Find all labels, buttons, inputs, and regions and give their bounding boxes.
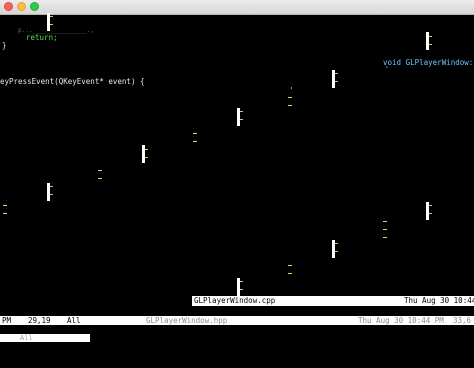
outer-status-bar: PM 29,19 All GLPlayerWindow.hpp Thu Aug … bbox=[0, 316, 474, 325]
glyph-tick bbox=[429, 44, 432, 45]
outer-status-datetime: Thu Aug 30 10:44 PM bbox=[358, 316, 444, 325]
glyph-tick bbox=[335, 81, 338, 82]
terminal-window: p..._______________., return; } eyPressE… bbox=[0, 0, 474, 368]
glyph-tick bbox=[3, 205, 7, 206]
close-window-button[interactable] bbox=[4, 2, 13, 11]
glyph-tick bbox=[288, 97, 292, 98]
inner-status-datetime: Thu Aug 30 10:44 bbox=[404, 296, 474, 305]
status-ampm: PM bbox=[2, 316, 12, 325]
glyph-tick bbox=[240, 289, 243, 290]
title-bar bbox=[0, 0, 474, 15]
outer-cursor-position: 33,6 bbox=[453, 316, 472, 325]
glyph-tick bbox=[240, 119, 243, 120]
glyph-tick bbox=[288, 265, 292, 266]
glyph-tick bbox=[335, 243, 338, 244]
glyph-tick bbox=[240, 111, 243, 112]
zoom-window-button[interactable] bbox=[30, 2, 39, 11]
glyph-tick bbox=[3, 213, 7, 214]
scroll-indicator: All bbox=[67, 316, 81, 325]
cursor-position: 29,19 bbox=[28, 316, 51, 325]
quote-char: ' bbox=[289, 86, 294, 95]
glyph-tick bbox=[98, 170, 102, 171]
inner-status-filename: GLPlayerWindow.cpp bbox=[194, 296, 276, 305]
glyph-tick bbox=[50, 194, 53, 195]
outer-status-filename: GLPlayerWindow.hpp bbox=[146, 316, 228, 325]
glyph-tick bbox=[145, 157, 148, 158]
function-signature: eyPressEvent(QKeyEvent* event) { bbox=[0, 77, 145, 86]
command-line[interactable]: All bbox=[0, 334, 90, 342]
backtick-char: ` bbox=[385, 66, 390, 75]
void-function-line: void GLPlayerWindow::k bbox=[383, 58, 474, 67]
return-statement: return; bbox=[26, 33, 58, 42]
glyph-tick bbox=[429, 205, 432, 206]
glyph-tick bbox=[335, 251, 338, 252]
glyph-tick bbox=[429, 36, 432, 37]
glyph-tick bbox=[429, 213, 432, 214]
glyph-tick bbox=[288, 273, 292, 274]
glyph-tick bbox=[50, 16, 53, 17]
glyph-bar bbox=[142, 145, 145, 163]
closing-brace: } bbox=[2, 41, 7, 50]
glyph-bar bbox=[426, 32, 429, 50]
glyph-tick bbox=[288, 105, 292, 106]
glyph-tick bbox=[193, 133, 197, 134]
glyph-tick bbox=[50, 24, 53, 25]
glyph-tick bbox=[383, 237, 387, 238]
glyph-tick bbox=[50, 186, 53, 187]
glyph-tick bbox=[335, 73, 338, 74]
glyph-tick bbox=[240, 281, 243, 282]
glyph-tick bbox=[383, 229, 387, 230]
glyph-tick bbox=[145, 149, 148, 150]
command-line-text: All bbox=[20, 334, 33, 342]
glyph-tick bbox=[193, 141, 197, 142]
inner-status-bar: GLPlayerWindow.cpp Thu Aug 30 10:44 bbox=[192, 296, 474, 306]
glyph-tick bbox=[98, 178, 102, 179]
minimize-window-button[interactable] bbox=[17, 2, 26, 11]
glyph-tick bbox=[383, 221, 387, 222]
